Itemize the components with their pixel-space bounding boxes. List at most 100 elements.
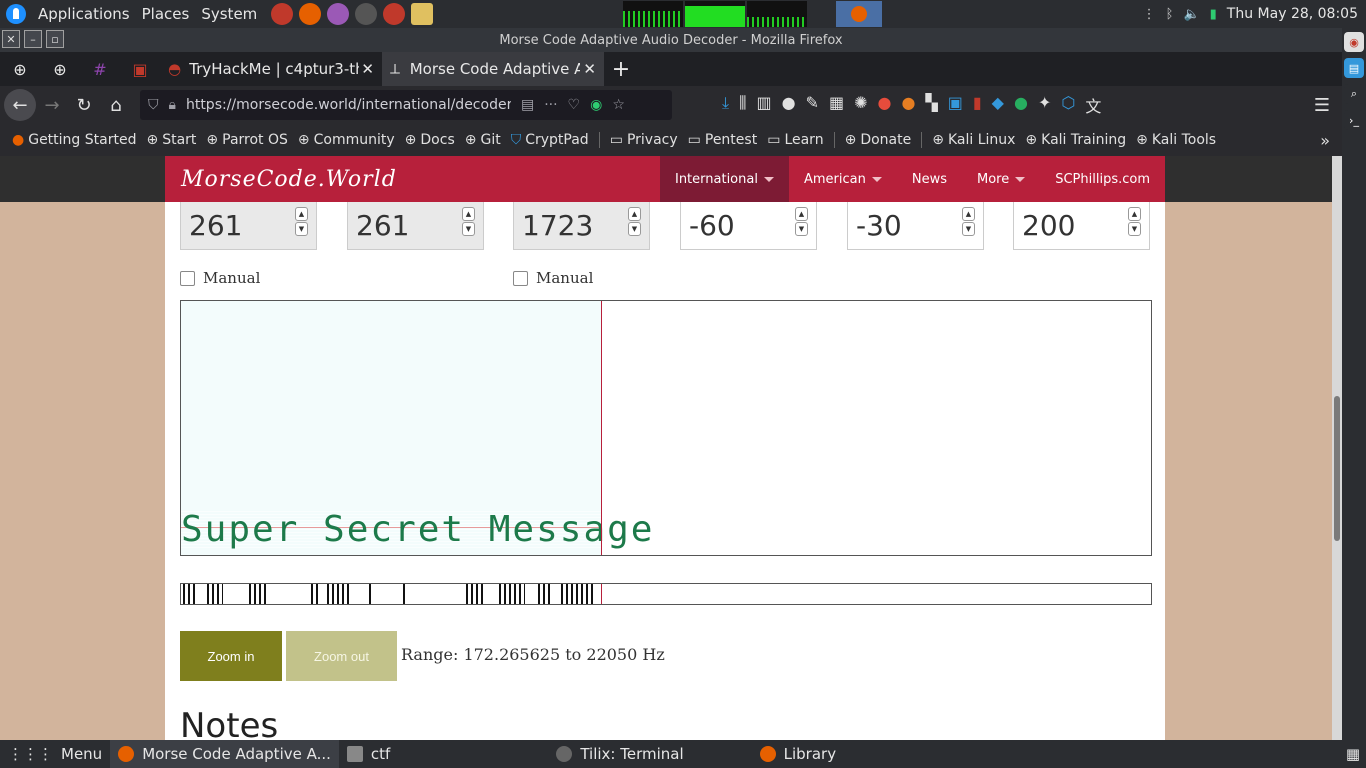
taskbar-item-terminal[interactable]: Tilix: Terminal (548, 740, 691, 768)
spin-down-icon[interactable]: ▼ (462, 222, 475, 236)
nav-american[interactable]: American (789, 156, 897, 202)
zoom-in-button[interactable]: Zoom in (180, 631, 282, 681)
extension-icon[interactable]: ⬡ (1061, 93, 1075, 117)
taskbar-item-ctf[interactable]: ctf (339, 740, 398, 768)
parrot-logo-icon[interactable] (6, 4, 26, 24)
spin-up-icon[interactable]: ▲ (628, 207, 641, 221)
pinned-tab-globe-icon[interactable]: ⊕ (40, 52, 80, 86)
hamburger-menu-icon[interactable]: ☰ (1306, 89, 1338, 121)
nav-scphillips[interactable]: SCPhillips.com (1040, 156, 1165, 202)
spin-down-icon[interactable]: ▼ (295, 222, 308, 236)
clock[interactable]: Thu May 28, 08:05 (1227, 6, 1366, 22)
taskbar-item-library[interactable]: Library (752, 740, 844, 768)
workspace-firefox-icon[interactable] (836, 1, 883, 27)
bookmark-star-icon[interactable]: ☆ (612, 97, 625, 113)
bluetooth-icon[interactable]: ᛒ (1166, 7, 1174, 22)
bookmark-folder-privacy[interactable]: ▭ Privacy (610, 132, 678, 148)
tab-morse-decoder[interactable]: ⟂ Morse Code Adaptive Audio ✕ (382, 52, 604, 86)
dock-search-icon[interactable]: ⌕ (1344, 84, 1364, 104)
number-input-4[interactable]: -60 ▲ ▼ (680, 202, 817, 250)
page-actions-icon[interactable]: ··· (544, 97, 557, 113)
checkbox[interactable] (180, 270, 195, 286)
number-input-5[interactable]: -30 ▲ ▼ (847, 202, 984, 250)
reload-button[interactable]: ↻ (68, 89, 100, 121)
extension-icon[interactable]: ✎ (806, 93, 819, 117)
close-tab-icon[interactable]: ✕ (583, 60, 596, 78)
bookmark-cryptpad[interactable]: ⛉ CryptPad (511, 132, 589, 148)
number-input-2[interactable]: 261 ▲ ▼ (347, 202, 484, 250)
spin-up-icon[interactable]: ▲ (962, 207, 975, 221)
close-tab-icon[interactable]: ✕ (361, 60, 374, 78)
manual-checkbox-1[interactable]: Manual (180, 269, 260, 287)
bookmark-kali-linux[interactable]: ⊕ Kali Linux (932, 132, 1015, 148)
extension-icon[interactable]: ● (901, 93, 915, 117)
scrollbar-thumb[interactable] (1334, 396, 1340, 541)
downloads-icon[interactable]: ⤓ (722, 93, 729, 117)
spin-up-icon[interactable]: ▲ (295, 207, 308, 221)
number-input-1[interactable]: 261 ▲ ▼ (180, 202, 317, 250)
bookmark-start[interactable]: ⊕ Start (146, 132, 196, 148)
number-input-6[interactable]: 200 ▲ ▼ (1013, 202, 1150, 250)
spin-up-icon[interactable]: ▲ (795, 207, 808, 221)
minimize-icon[interactable]: – (24, 30, 42, 48)
shield-icon[interactable]: ⛉ (148, 97, 159, 113)
text-editor-launcher-icon[interactable] (327, 3, 350, 25)
bookmark-folder-learn[interactable]: ▭ Learn (767, 132, 823, 148)
chevron-right-icon[interactable]: » (1320, 131, 1330, 150)
extension-icon[interactable]: ✦ (1038, 93, 1051, 117)
extension-icon[interactable]: ✺ (854, 93, 867, 117)
app-launcher-icon[interactable] (383, 3, 406, 25)
url-bar[interactable]: ⛉ 🔒︎ https://morsecode.world/internation… (140, 90, 672, 120)
number-input-3[interactable]: 1723 ▲ ▼ (513, 202, 650, 250)
forward-button[interactable]: → (36, 89, 68, 121)
checkbox[interactable] (513, 270, 528, 286)
extension-icon[interactable]: ▮ (973, 93, 982, 117)
home-button[interactable]: ⌂ (100, 89, 132, 121)
pinned-tab-hash-icon[interactable]: # (80, 52, 120, 86)
morse-timeline[interactable] (180, 583, 1152, 605)
mail-launcher-icon[interactable] (411, 3, 434, 25)
maximize-icon[interactable]: ▫ (46, 30, 64, 48)
page-scrollbar[interactable] (1332, 156, 1342, 740)
extension-icon[interactable]: ▣ (948, 93, 963, 117)
dock-terminal-icon[interactable]: ›_ (1344, 110, 1364, 130)
extension-icon[interactable]: ▦ (829, 93, 844, 117)
dock-files-icon[interactable]: ▤ (1344, 58, 1364, 78)
spin-up-icon[interactable]: ▲ (1128, 207, 1141, 221)
system-menu[interactable]: System (195, 0, 263, 28)
spectrogram-canvas[interactable]: Super Secret Message (180, 300, 1152, 556)
bookmark-git[interactable]: ⊕ Git (465, 132, 501, 148)
bookmark-docs[interactable]: ⊕ Docs (405, 132, 455, 148)
workspace-icon[interactable]: ▦ (1346, 745, 1360, 763)
zoom-out-button[interactable]: Zoom out (286, 631, 397, 681)
library-icon[interactable]: ⫼ (739, 93, 746, 117)
sidebar-icon[interactable]: ▥ (756, 93, 771, 117)
spin-down-icon[interactable]: ▼ (1128, 222, 1141, 236)
extension-icon[interactable]: ● (1014, 93, 1028, 117)
extension-icon[interactable]: ◆ (992, 93, 1004, 117)
pinned-tab-app-icon[interactable]: ▣ (120, 52, 160, 86)
spin-down-icon[interactable]: ▼ (795, 222, 808, 236)
bookmark-getting-started[interactable]: ● Getting Started (12, 132, 136, 148)
nav-news[interactable]: News (897, 156, 962, 202)
app-launcher-icon[interactable] (355, 3, 378, 25)
nav-international[interactable]: International (659, 156, 789, 202)
bookmark-kali-tools[interactable]: ⊕ Kali Tools (1136, 132, 1216, 148)
back-button[interactable]: ← (4, 89, 36, 121)
bookmark-kali-training[interactable]: ⊕ Kali Training (1025, 132, 1126, 148)
translate-icon[interactable]: 文 (1085, 93, 1101, 117)
dock-app-icon[interactable]: ◉ (1344, 32, 1364, 52)
spin-down-icon[interactable]: ▼ (628, 222, 641, 236)
volume-icon[interactable]: 🔈 (1183, 7, 1199, 22)
spin-up-icon[interactable]: ▲ (462, 207, 475, 221)
reader-view-icon[interactable]: ▤ (521, 97, 534, 113)
bookmark-folder-pentest[interactable]: ▭ Pentest (688, 132, 758, 148)
firefox-launcher-icon[interactable] (299, 3, 322, 25)
pocket-icon[interactable]: ♡ (568, 97, 581, 113)
site-logo[interactable]: MorseCode.World (165, 167, 397, 192)
manual-checkbox-2[interactable]: Manual (513, 269, 593, 287)
pinned-tab-globe-icon[interactable]: ⊕ (0, 52, 40, 86)
url-text[interactable]: https://morsecode.world/international/de… (186, 97, 511, 113)
terminal-launcher-icon[interactable] (271, 3, 294, 25)
nav-more[interactable]: More (962, 156, 1040, 202)
